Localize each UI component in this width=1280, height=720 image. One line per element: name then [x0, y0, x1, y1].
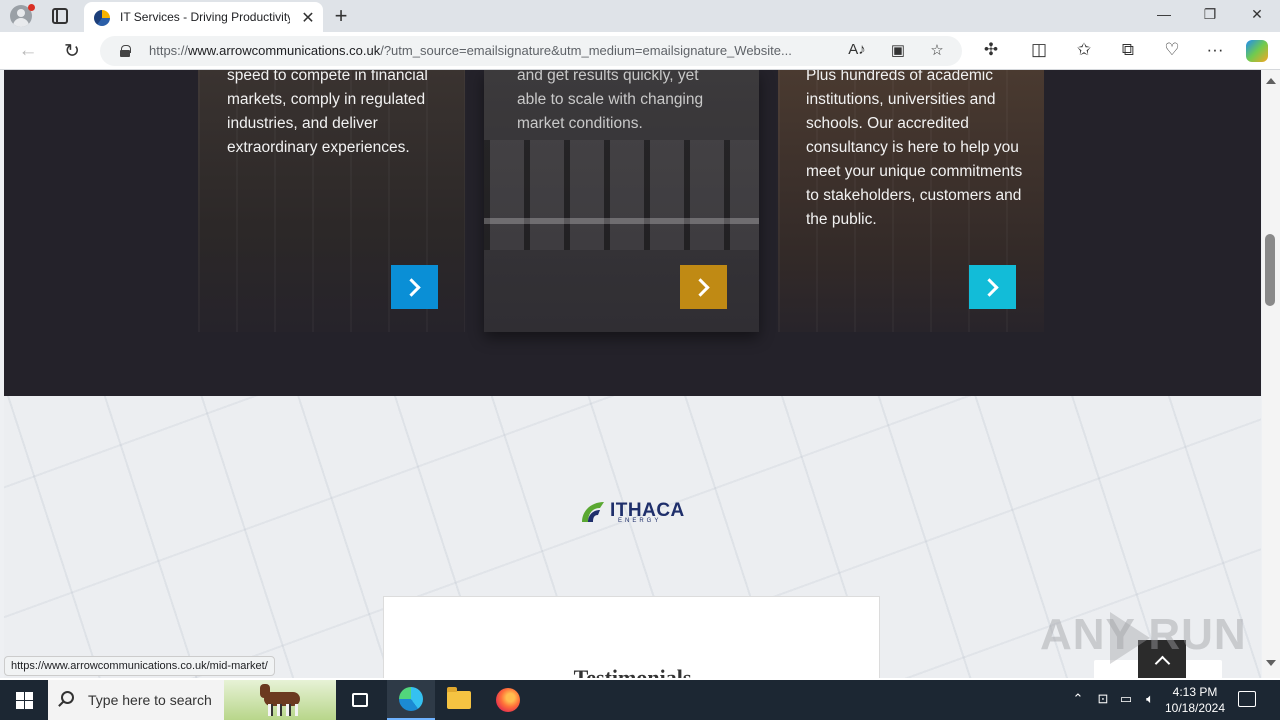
watermark-play-icon	[1110, 612, 1150, 664]
browser-tab-bar: IT Services - Driving Productivity ✕ + —…	[0, 0, 1280, 32]
tab-actions-icon[interactable]	[52, 8, 68, 24]
tab-active[interactable]: IT Services - Driving Productivity ✕	[84, 2, 323, 32]
immersive-reader-icon[interactable]: ▣	[887, 41, 909, 59]
windows-taskbar: Type here to search ⌃ ⊡ ▭ 🔈︎ 4:13 PM 10/…	[0, 680, 1280, 720]
address-toolbar: ← ↻ https://www.arrowcommunications.co.u…	[0, 32, 1280, 70]
close-window-button[interactable]: ✕	[1245, 6, 1269, 23]
testimonials-card: Testimonials	[383, 596, 880, 678]
chevron-right-icon	[691, 277, 710, 297]
volume-icon[interactable]: 🔈︎	[1141, 691, 1159, 707]
windows-start-icon[interactable]	[0, 680, 48, 720]
page-viewport: speed to compete in financial markets, c…	[0, 70, 1262, 678]
minimize-button[interactable]: —	[1152, 6, 1176, 22]
new-tab-button[interactable]: +	[330, 3, 352, 29]
address-bar[interactable]: https://www.arrowcommunications.co.uk/?u…	[100, 36, 962, 66]
status-bar-url: https://www.arrowcommunications.co.uk/mi…	[4, 656, 275, 676]
back-arrow-icon[interactable]: ←	[16, 40, 40, 62]
site-favicon-icon	[94, 10, 110, 26]
notification-center-icon[interactable]	[1238, 691, 1256, 707]
ellipsis-icon[interactable]: ···	[1203, 40, 1227, 60]
clock-date: 10/18/2024	[1164, 701, 1226, 715]
task-view-icon[interactable]	[336, 680, 384, 720]
search-icon	[61, 691, 74, 704]
puzzle-icon[interactable]: ✣	[979, 40, 1003, 60]
favorites-icon[interactable]: ✩	[1072, 40, 1096, 60]
restore-button[interactable]: ❐	[1198, 6, 1222, 23]
taskbar-clock[interactable]: 4:13 PM 10/18/2024	[1160, 684, 1230, 716]
office-photo	[484, 140, 759, 250]
file-explorer-icon[interactable]	[435, 680, 483, 720]
client-logo-sub: ENERGY	[618, 518, 662, 524]
star-icon[interactable]: ☆	[926, 41, 948, 59]
sector-next-button[interactable]	[391, 265, 438, 309]
chevron-up-tray-icon[interactable]: ⌃	[1069, 691, 1087, 707]
refresh-icon[interactable]: ↻	[60, 40, 84, 63]
tab-title: IT Services - Driving Productivity	[120, 10, 290, 24]
sector-card-text: speed to compete in financial markets, c…	[227, 70, 428, 156]
sector-next-button[interactable]	[969, 265, 1016, 309]
split-screen-icon[interactable]: ◫	[1027, 40, 1051, 60]
chevron-right-icon	[980, 277, 999, 297]
heart-pulse-icon[interactable]: ♡	[1160, 40, 1184, 60]
device-tray-icon[interactable]: ⊡	[1094, 691, 1112, 707]
notification-dot	[28, 4, 35, 11]
edge-taskbar-icon[interactable]	[387, 680, 435, 720]
network-icon[interactable]: ▭	[1117, 691, 1135, 707]
client-logo: ITHACA ENERGY	[578, 496, 694, 530]
sector-next-button[interactable]	[680, 265, 727, 309]
read-aloud-icon[interactable]: A♪	[846, 41, 868, 58]
okapi-legs	[268, 704, 298, 716]
lock-icon[interactable]	[120, 45, 131, 57]
firefox-icon[interactable]	[484, 680, 532, 720]
scroll-down-icon[interactable]	[1266, 660, 1276, 666]
url-text[interactable]: https://www.arrowcommunications.co.uk/?u…	[149, 43, 835, 58]
page-scrollbar[interactable]	[1262, 70, 1280, 678]
search-highlight-image[interactable]	[224, 680, 336, 720]
ithaca-logo-icon	[582, 502, 604, 522]
testimonials-title: Testimonials	[573, 665, 692, 678]
scroll-thumb[interactable]	[1265, 234, 1275, 306]
sector-card-text: and get results quickly, yet able to sca…	[517, 70, 704, 132]
search-placeholder: Type here to search	[88, 692, 212, 708]
sector-card-text: Plus hundreds of academic institutions, …	[806, 70, 1023, 228]
clock-time: 4:13 PM	[1172, 685, 1218, 699]
collections-icon[interactable]: ⧉	[1116, 40, 1140, 60]
copilot-icon[interactable]	[1246, 40, 1268, 62]
close-tab-icon[interactable]: ✕	[300, 8, 316, 28]
office-floor-line	[484, 218, 759, 224]
scroll-up-icon[interactable]	[1266, 78, 1276, 84]
chevron-right-icon	[402, 277, 421, 297]
